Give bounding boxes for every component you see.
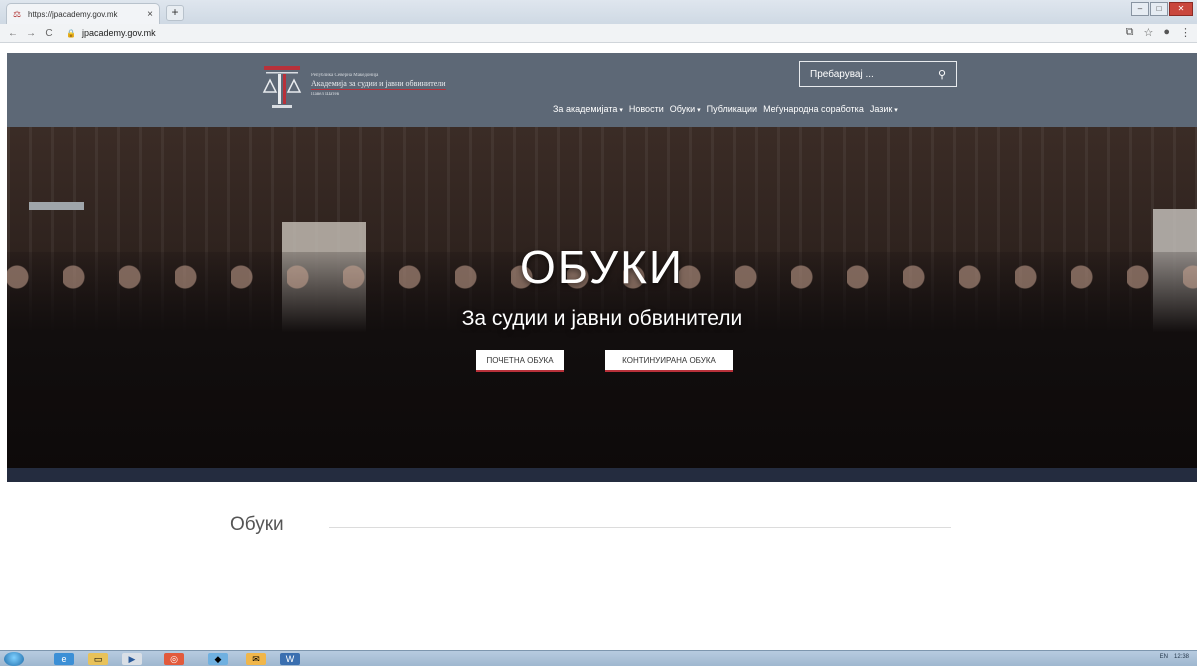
- ie-icon[interactable]: e: [54, 653, 74, 665]
- word-icon[interactable]: W: [280, 653, 300, 665]
- close-window-icon[interactable]: ✕: [1169, 2, 1193, 16]
- academy-logo-icon[interactable]: [262, 62, 302, 110]
- maximize-icon[interactable]: □: [1150, 2, 1168, 16]
- back-icon[interactable]: ←: [6, 28, 20, 39]
- star-icon[interactable]: ☆: [1143, 26, 1153, 39]
- address-bar: ← → C 🔒 jpacademy.gov.mk ⧉ ☆ ● ⋮: [0, 24, 1197, 43]
- hero-banner: ОБУКИ За судии и јавни обвинители ПОЧЕТН…: [7, 127, 1197, 482]
- browser-tab[interactable]: ⚖ https://jpacademy.gov.mk ×: [6, 3, 160, 24]
- language-indicator[interactable]: EN: [1160, 654, 1168, 660]
- window-controls: – □ ✕: [1131, 2, 1193, 16]
- site-header: Република Северна Македонија Академија з…: [7, 53, 1197, 127]
- search-icon[interactable]: ⚲: [938, 68, 946, 81]
- system-tray: EN 12:38: [1160, 654, 1189, 660]
- section-divider: [329, 527, 951, 528]
- hero-floor: [7, 468, 1197, 482]
- site-favicon-icon: ⚖: [13, 9, 22, 19]
- app-icon[interactable]: ◆: [208, 653, 228, 665]
- nav-about[interactable]: За академијата: [553, 104, 623, 114]
- nav-news[interactable]: Новости: [629, 104, 664, 114]
- browser-tabbar: ⚖ https://jpacademy.gov.mk × + – □ ✕: [0, 0, 1197, 24]
- os-taskbar: e ▭ ▶ ◎ ◆ ✉ W EN 12:38: [0, 650, 1197, 666]
- nav-trainings[interactable]: Обуки: [670, 104, 701, 114]
- translate-icon[interactable]: ⧉: [1126, 26, 1134, 39]
- section-title: Обуки: [230, 514, 284, 535]
- forward-icon[interactable]: →: [24, 28, 38, 39]
- search-box[interactable]: Пребарувај ... ⚲: [799, 61, 957, 87]
- clock[interactable]: 12:38: [1174, 654, 1189, 660]
- nav-publications[interactable]: Публикации: [707, 104, 757, 114]
- tab-close-icon[interactable]: ×: [147, 9, 153, 20]
- tab-title: https://jpacademy.gov.mk: [28, 9, 118, 19]
- hero-wall-plate: [29, 202, 84, 210]
- nav-language[interactable]: Јазик: [870, 104, 898, 114]
- continuing-training-button[interactable]: КОНТИНУИРАНА ОБУКА: [605, 350, 733, 372]
- minimize-icon[interactable]: –: [1131, 2, 1149, 16]
- logo-country: Република Северна Македонија: [311, 73, 379, 78]
- mail-icon[interactable]: ✉: [246, 653, 266, 665]
- logo-patron: Павел Шатев: [311, 92, 340, 97]
- reload-icon[interactable]: C: [42, 28, 56, 39]
- start-button-icon[interactable]: [4, 652, 24, 666]
- main-navigation: За академијата Новости Обуки Публикации …: [553, 104, 898, 114]
- logo-academy-name: Академија за судии и јавни обвинители: [311, 79, 446, 90]
- hero-title: ОБУКИ: [520, 241, 684, 293]
- search-input[interactable]: Пребарувај ...: [810, 69, 874, 80]
- nav-international[interactable]: Меѓународна соработка: [763, 104, 864, 114]
- hero-subtitle: За судии и јавни обвинители: [461, 307, 743, 330]
- initial-training-button[interactable]: ПОЧЕТНА ОБУКА: [476, 350, 564, 372]
- media-icon[interactable]: ▶: [122, 653, 142, 665]
- menu-icon[interactable]: ⋮: [1180, 26, 1191, 39]
- chrome-icon[interactable]: ◎: [164, 653, 184, 665]
- new-tab-button[interactable]: +: [166, 5, 184, 21]
- folder-icon[interactable]: ▭: [88, 653, 108, 665]
- logo-text[interactable]: Република Северна Македонија Академија з…: [311, 73, 446, 97]
- url-field[interactable]: jpacademy.gov.mk: [82, 28, 156, 38]
- lock-icon[interactable]: 🔒: [66, 29, 76, 38]
- profile-icon[interactable]: ●: [1163, 26, 1170, 39]
